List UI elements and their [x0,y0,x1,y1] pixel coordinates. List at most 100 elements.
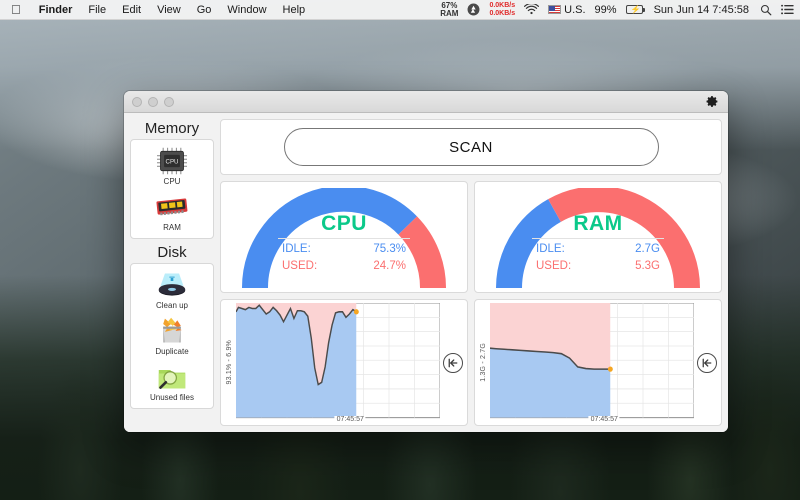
sidebar-item-label-cpu: CPU [163,177,181,186]
ram-stick-icon [156,198,188,216]
ram-history-chart [489,302,695,419]
minimize-button[interactable] [148,96,158,107]
ram-gauge-readout: RAM IDLE: 2.7G USED: 5.3G [532,212,664,275]
input-language-label: U.S. [564,3,586,16]
window-title-bar[interactable] [124,91,728,113]
cpu-history-chart [235,302,441,419]
zoom-button[interactable] [164,96,174,107]
ram-idle-value: 2.7G [635,243,660,255]
menu-item-file[interactable]: File [80,0,114,20]
battery-percent-label[interactable]: 99% [595,4,617,16]
sidebar-group-title-disk: Disk [157,244,187,261]
ram-chart-collapse-button[interactable] [697,352,717,373]
menu-item-finder[interactable]: Finder [31,0,81,20]
sidebar-item-label-ram: RAM [163,223,181,232]
wifi-icon[interactable] [524,4,540,15]
cpu-chart-x-label: 07:45:57 [334,416,366,423]
ram-chart-x-label: 07:45:57 [588,416,620,423]
cpu-chip-icon: CPU [157,147,187,175]
cpu-used-row: USED: 24.7% [278,258,410,275]
ram-chart-y-axis: 1.3G - 2.7G [477,303,490,422]
gauges-row: CPU IDLE: 75.3% USED: 24.7% RAM IDLE: 2.… [220,181,722,293]
ram-gauge-panel: RAM IDLE: 2.7G USED: 5.3G [474,181,722,293]
sidebar-item-label-duplicate: Duplicate [155,347,189,356]
ram-gauge-values: IDLE: 2.7G USED: 5.3G [532,238,664,275]
menu-bar-left:  Finder File Edit View Go Window Help [0,0,313,19]
battery-charging-icon[interactable]: ⚡ [625,5,645,14]
network-download-speed: 0.0KB/s [489,9,516,17]
menu-item-go[interactable]: Go [189,0,220,20]
charts-row: 93.1% - 6.9% 07:45:57 1.3G - 2.7G 07:45:… [220,299,722,426]
cpu-idle-row: IDLE: 75.3% [278,241,410,258]
cpu-chart-collapse-button[interactable] [443,352,463,373]
sidebar-group-disk-items: Clean up Duplicate Unused files [130,263,214,409]
menu-item-help[interactable]: Help [275,0,314,20]
sidebar-item-duplicate[interactable]: Duplicate [131,315,213,357]
main-content: SCAN CPU IDLE: 75.3% USED: 24.7% RAM IDL… [220,119,722,426]
charging-bolt-glyph: ⚡ [630,5,641,14]
sidebar-item-label-clean-up: Clean up [155,301,189,310]
sidebar-group-disk: Disk Clean up Duplicate Unused files [130,243,214,409]
unused-files-icon [158,369,186,389]
scan-panel: SCAN [220,119,722,175]
cpu-idle-label: IDLE: [282,243,311,255]
menu-item-view[interactable]: View [149,0,189,20]
collapse-left-icon [702,358,712,367]
cpu-history-panel: 93.1% - 6.9% 07:45:57 [220,299,468,426]
sidebar-item-clean-up[interactable]: Clean up [131,269,213,311]
cpu-idle-value: 75.3% [373,243,406,255]
status-ram-meter[interactable]: 67% RAM [440,1,459,18]
sidebar-group-title-memory: Memory [144,120,200,137]
traffic-lights [132,96,174,107]
cpu-used-value: 24.7% [373,260,406,272]
ram-used-label: USED: [536,260,572,272]
ram-history-panel: 1.3G - 2.7G 07:45:57 [474,299,722,426]
cpu-gauge-title: CPU [321,212,367,235]
cpu-gauge-values: IDLE: 75.3% USED: 24.7% [278,238,410,275]
status-network-speed[interactable]: 0.0KB/s 0.0KB/s [489,2,515,18]
apple-menu-icon[interactable]:  [0,1,31,19]
drive-icon[interactable] [467,3,480,16]
cpu-chart-y-axis: 93.1% - 6.9% [223,303,236,422]
notification-center-icon[interactable] [781,4,794,15]
sidebar-item-label-unused-files: Unused files [149,393,195,402]
menu-bar-clock[interactable]: Sun Jun 14 7:45:58 [652,0,751,20]
disk-cleanup-icon [158,273,186,296]
cpu-chart-area: 07:45:57 [235,302,441,423]
sidebar-item-unused-files[interactable]: Unused files [131,361,213,403]
system-monitor-window: Memory CPU CPU RAM Disk Clean up Duplica… [124,91,728,432]
sidebar-group-memory-items: CPU CPU RAM [130,139,214,239]
menu-item-window[interactable]: Window [219,0,274,20]
cpu-gauge-panel: CPU IDLE: 75.3% USED: 24.7% [220,181,468,293]
ram-idle-row: IDLE: 2.7G [532,241,664,258]
menu-item-edit[interactable]: Edit [114,0,149,20]
ram-used-row: USED: 5.3G [532,258,664,275]
cpu-chart-y-label: 93.1% - 6.9% [226,340,233,385]
sidebar-item-cpu[interactable]: CPU CPU [131,145,213,187]
mac-menu-bar:  Finder File Edit View Go Window Help 6… [0,0,800,20]
ram-chart-y-label: 1.3G - 2.7G [480,343,487,382]
window-content: Memory CPU CPU RAM Disk Clean up Duplica… [124,113,728,432]
network-upload-speed: 0.0KB/s [489,1,516,9]
us-flag-icon [548,5,562,14]
sidebar-group-memory: Memory CPU CPU RAM [130,119,214,239]
ram-chart-area: 07:45:57 [489,302,695,423]
cpu-used-label: USED: [282,260,318,272]
ram-current-marker [607,366,613,372]
gear-icon[interactable] [705,94,720,109]
collapse-left-icon [448,358,458,367]
input-language-indicator[interactable]: U.S. [548,3,586,16]
sidebar-item-ram[interactable]: RAM [131,191,213,233]
svg-text:CPU: CPU [166,159,179,166]
cpu-gauge-readout: CPU IDLE: 75.3% USED: 24.7% [278,212,410,275]
duplicate-files-icon [163,317,182,343]
status-ram-label: RAM [440,8,459,18]
close-button[interactable] [132,96,142,107]
scan-button[interactable]: SCAN [283,128,659,166]
menu-bar-status-area: 67% RAM 0.0KB/s 0.0KB/s U.S. 99% ⚡ Sun J… [440,0,800,19]
cpu-current-marker [353,309,359,315]
ram-gauge-title: RAM [573,212,623,235]
search-icon[interactable] [760,4,772,16]
ram-used-value: 5.3G [635,260,660,272]
sidebar: Memory CPU CPU RAM Disk Clean up Duplica… [130,119,214,426]
